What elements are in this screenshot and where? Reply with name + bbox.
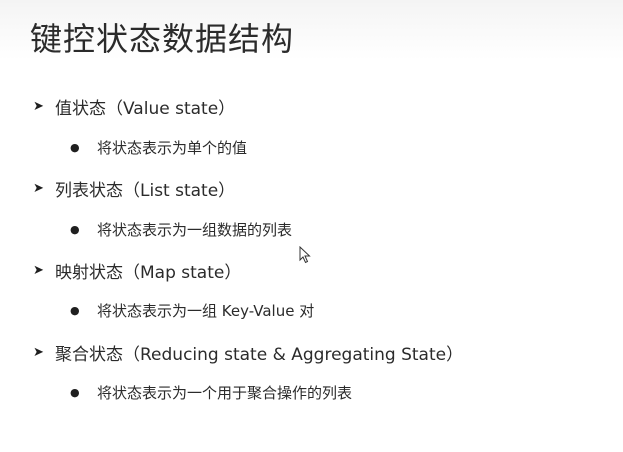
bullet-item-map-state: ➤ 映射状态（Map state） [33, 258, 241, 283]
arrow-bullet-icon: ➤ [33, 263, 44, 278]
dot-bullet-icon: ● [70, 386, 80, 399]
arrow-bullet-icon: ➤ [33, 345, 44, 360]
sub-bullet-item: ● 将状态表示为一组数据的列表 [70, 219, 292, 240]
bullet-item-list-state: ➤ 列表状态（List state） [33, 176, 235, 201]
bullet-label: 列表状态（List state） [55, 181, 236, 201]
dot-bullet-icon: ● [70, 304, 80, 317]
arrow-bullet-icon: ➤ [33, 181, 44, 196]
sub-bullet-label: 将状态表示为一组数据的列表 [97, 221, 293, 239]
slide: 键控状态数据结构 ➤ 值状态（Value state） ● 将状态表示为单个的值… [0, 0, 623, 452]
sub-bullet-item: ● 将状态表示为一组 Key-Value 对 [70, 300, 314, 321]
dot-bullet-icon: ● [70, 141, 80, 154]
sub-bullet-label: 将状态表示为一组 Key-Value 对 [97, 302, 315, 320]
sub-bullet-item: ● 将状态表示为单个的值 [70, 137, 247, 158]
slide-title: 键控状态数据结构 [30, 20, 295, 58]
bullet-item-reducing-state: ➤ 聚合状态（Reducing state & Aggregating Stat… [33, 340, 463, 365]
mouse-pointer-icon [299, 246, 311, 264]
bullet-label: 值状态（Value state） [55, 99, 236, 119]
bullet-label: 聚合状态（Reducing state & Aggregating State） [55, 345, 464, 365]
dot-bullet-icon: ● [70, 223, 80, 236]
sub-bullet-item: ● 将状态表示为一个用于聚合操作的列表 [70, 382, 352, 403]
sub-bullet-label: 将状态表示为一个用于聚合操作的列表 [97, 384, 353, 402]
bullet-item-value-state: ➤ 值状态（Value state） [33, 94, 235, 119]
bullet-label: 映射状态（Map state） [55, 263, 242, 283]
sub-bullet-label: 将状态表示为单个的值 [97, 139, 248, 157]
arrow-bullet-icon: ➤ [33, 99, 44, 114]
